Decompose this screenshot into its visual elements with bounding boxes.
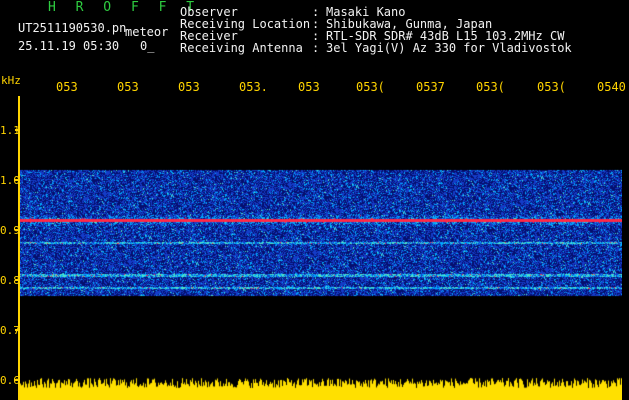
time-tick: 0537 — [416, 80, 445, 94]
freq-tick: 0.8 — [0, 274, 20, 287]
freq-tick: 0.7 — [0, 324, 20, 337]
time-tick: 053 — [117, 80, 139, 94]
meteor-count: 0_ — [140, 39, 155, 53]
time-tick: 053 — [56, 80, 78, 94]
time-tick: 053( — [476, 80, 505, 94]
spectrogram — [20, 96, 622, 400]
time-tick: 053( — [537, 80, 566, 94]
antenna-value: 3el Yagi(V) Az 330 for Vladivostok — [326, 41, 572, 55]
time-tick: 053 — [178, 80, 200, 94]
time-tick: 053. — [239, 80, 268, 94]
antenna-colon: : — [312, 41, 320, 55]
brand-title: H R O F F T — [48, 0, 201, 15]
time-tick: 053( — [356, 80, 385, 94]
time-tick: 0540 — [597, 80, 626, 94]
freq-tick: 0.9 — [0, 224, 20, 237]
time-tick: 053 — [298, 80, 320, 94]
freq-tick: 1.1 — [0, 124, 20, 137]
header-panel: H R O F F T UT2511190530.pn meteor 25.11… — [0, 0, 629, 72]
freq-tick: 1.0 — [0, 174, 20, 187]
file-name: UT2511190530.pn — [18, 21, 127, 35]
meteor-label: meteor — [125, 25, 169, 39]
antenna-label: Receiving Antenna — [180, 41, 303, 55]
freq-tick: 0.6 — [0, 374, 20, 387]
unit-label: kHz — [1, 74, 21, 87]
date-time: 25.11.19 05:30 — [18, 39, 120, 53]
